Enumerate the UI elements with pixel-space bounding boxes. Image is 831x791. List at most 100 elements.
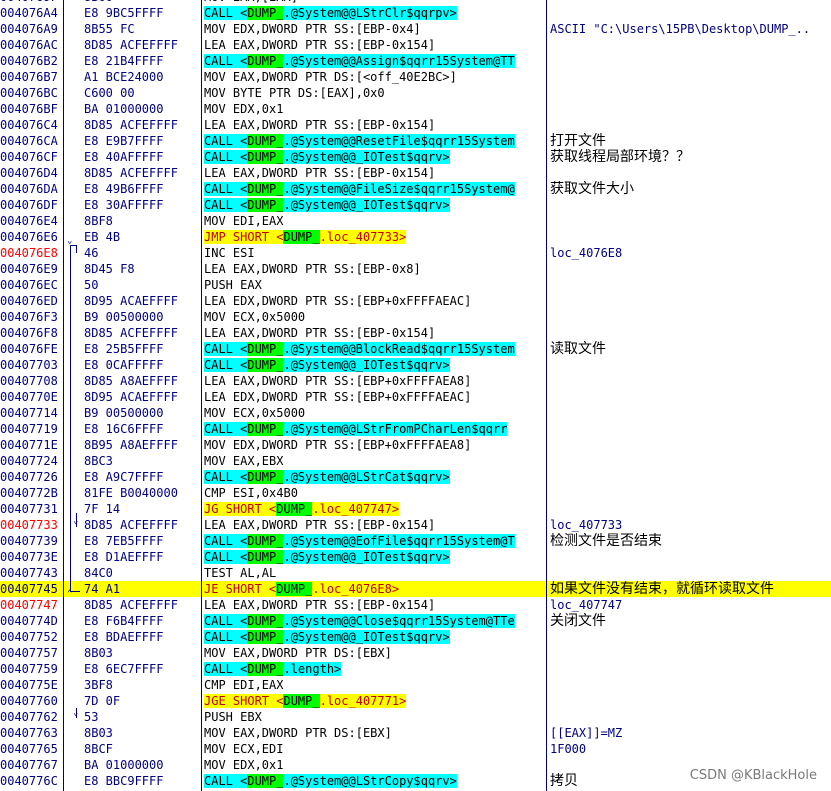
hex-bytes-cell[interactable]: 8D85 ACFEFFFF (84, 325, 200, 341)
disasm-row[interactable]: 004076F8 8D85 ACFEFFFF LEA EAX,DWORD PTR S… (0, 325, 831, 341)
comment-cell[interactable] (550, 85, 831, 101)
hex-bytes-cell[interactable]: 8D85 ACFEFFFF (84, 165, 200, 181)
disasm-row[interactable]: 004076DF E8 30AFFFFF CALL <DUMP_.@System@@… (0, 197, 831, 213)
instruction-cell[interactable]: MOV EAX,EBX (204, 453, 546, 469)
address-cell[interactable]: 004076B7 (0, 69, 62, 85)
comment-cell[interactable]: ASCII "C:\Users\15PB\Desktop\DUMP_.. (550, 21, 831, 37)
hex-bytes-cell[interactable]: 8D95 ACAEFFFF (84, 389, 200, 405)
comment-cell[interactable] (550, 197, 831, 213)
address-cell[interactable]: 0040771E (0, 437, 62, 453)
comment-cell[interactable] (550, 677, 831, 693)
comment-cell[interactable]: [[EAX]]=MZ (550, 725, 831, 741)
address-cell[interactable]: 004076D4 (0, 165, 62, 181)
instruction-cell[interactable]: MOV EDX,DWORD PTR SS:[EBP-0x4] (204, 21, 546, 37)
address-cell[interactable]: 00407719 (0, 421, 62, 437)
instruction-cell[interactable]: TEST AL,AL (204, 565, 546, 581)
instruction-cell[interactable]: MOV EAX,DWORD PTR DS:[EBX] (204, 645, 546, 661)
hex-bytes-cell[interactable]: 8B03 (84, 725, 200, 741)
hex-bytes-cell[interactable]: 8D45 F8 (84, 261, 200, 277)
disasm-row[interactable]: 00407703 E8 0CAFFFFF CALL <DUMP_.@System@@… (0, 357, 831, 373)
comment-cell[interactable]: 如果文件没有结束，就循环读取文件 (550, 581, 831, 597)
address-cell[interactable]: 00407703 (0, 357, 62, 373)
disasm-row[interactable]: 0040772B 81FE B0040000 CMP ESI,0x4B0 (0, 485, 831, 501)
hex-bytes-cell[interactable]: 74 A1 (84, 581, 200, 597)
disasm-row[interactable]: 004076B7 A1 BCE24000 MOV EAX,DWORD PTR DS:… (0, 69, 831, 85)
instruction-cell[interactable]: JE SHORT <DUMP_.loc_4076E8> (204, 581, 546, 597)
instruction-cell[interactable]: LEA EAX,DWORD PTR SS:[EBP-0x154] (204, 325, 546, 341)
disasm-row[interactable]: 004076D4 8D85 ACFEFFFF LEA EAX,DWORD PTR S… (0, 165, 831, 181)
disasm-row[interactable]: 004076F3 B9 00500000 MOV ECX,0x5000 (0, 309, 831, 325)
hex-bytes-cell[interactable]: 7F 14 (84, 501, 200, 517)
address-cell[interactable]: 00407767 (0, 757, 62, 773)
instruction-cell[interactable]: LEA EAX,DWORD PTR SS:[EBP-0x154] (204, 37, 546, 53)
disasm-row[interactable]: 004076FE E8 25B5FFFF CALL <DUMP_.@System@@… (0, 341, 831, 357)
comment-cell[interactable] (550, 469, 831, 485)
disasm-row[interactable]: 00407726 E8 A9C7FFFF CALL <DUMP_.@System@@… (0, 469, 831, 485)
hex-bytes-cell[interactable]: 81FE B0040000 (84, 485, 200, 501)
disasm-row[interactable]: 00407762 53 PUSH EBX (0, 709, 831, 725)
disasm-row[interactable]: 00407739 E8 7EB5FFFF CALL <DUMP_.@System@@… (0, 533, 831, 549)
disasm-row[interactable]: 004076BC C600 00 MOV BYTE PTR DS:[EAX],0x0 (0, 85, 831, 101)
address-cell[interactable]: 0040774D (0, 613, 62, 629)
address-cell[interactable]: 00407739 (0, 533, 62, 549)
address-cell[interactable]: 00407724 (0, 453, 62, 469)
hex-bytes-cell[interactable]: 84C0 (84, 565, 200, 581)
comment-cell[interactable]: 获取线程局部环境？？ (550, 149, 831, 165)
address-cell[interactable]: 004076ED (0, 293, 62, 309)
disasm-row[interactable]: 004076BF BA 01000000 MOV EDX,0x1 (0, 101, 831, 117)
comment-cell[interactable] (550, 389, 831, 405)
disasm-row[interactable]: 004076A4 E8 9BC5FFFF CALL <DUMP_.@System@@… (0, 5, 831, 21)
address-cell[interactable]: 00407731 (0, 501, 62, 517)
comment-cell[interactable] (550, 693, 831, 709)
instruction-cell[interactable]: CALL <DUMP_.@System@@_IOTest$qqrv> (204, 149, 546, 165)
address-cell[interactable]: 00407752 (0, 629, 62, 645)
address-cell[interactable]: 00407763 (0, 725, 62, 741)
instruction-cell[interactable]: CALL <DUMP_.length> (204, 661, 546, 677)
disasm-row[interactable]: 0040771E 8B95 A8AEFFFF MOV EDX,DWORD PTR S… (0, 437, 831, 453)
address-cell[interactable]: 00407747 (0, 597, 62, 613)
hex-bytes-cell[interactable]: EB 4B (84, 229, 200, 245)
comment-cell[interactable]: 关闭文件 (550, 613, 831, 629)
instruction-cell[interactable]: CALL <DUMP_.@System@@_IOTest$qqrv> (204, 549, 546, 565)
comment-cell[interactable]: 打开文件 (550, 133, 831, 149)
instruction-cell[interactable]: JG SHORT <DUMP_.loc_407747> (204, 501, 546, 517)
instruction-cell[interactable]: LEA EAX,DWORD PTR SS:[EBP-0x8] (204, 261, 546, 277)
instruction-cell[interactable]: LEA EAX,DWORD PTR SS:[EBP+0xFFFFAEA8] (204, 373, 546, 389)
instruction-cell[interactable]: LEA EDX,DWORD PTR SS:[EBP+0xFFFFAEAC] (204, 389, 546, 405)
address-cell[interactable]: 00407714 (0, 405, 62, 421)
instruction-cell[interactable]: MOV ECX,0x5000 (204, 405, 546, 421)
comment-cell[interactable] (550, 629, 831, 645)
disasm-row[interactable]: 004076AC 8D85 ACFEFFFF LEA EAX,DWORD PTR S… (0, 37, 831, 53)
address-cell[interactable]: 00407745 (0, 581, 62, 597)
hex-bytes-cell[interactable]: 8D95 ACAEFFFF (84, 293, 200, 309)
comment-cell[interactable] (550, 565, 831, 581)
hex-bytes-cell[interactable]: E8 BBC9FFFF (84, 773, 200, 789)
instruction-cell[interactable]: LEA EAX,DWORD PTR SS:[EBP-0x154] (204, 597, 546, 613)
instruction-cell[interactable]: CALL <DUMP_.@System@@_IOTest$qqrv> (204, 629, 546, 645)
comment-cell[interactable] (550, 69, 831, 85)
address-cell[interactable]: 004076B2 (0, 53, 62, 69)
hex-bytes-cell[interactable]: E8 30AFFFFF (84, 197, 200, 213)
disasm-row[interactable]: 00407731 7F 14 JG SHORT <DUMP_.loc_407747> (0, 501, 831, 517)
comment-cell[interactable] (550, 53, 831, 69)
instruction-cell[interactable]: CALL <DUMP_.@System@@_IOTest$qqrv> (204, 357, 546, 373)
hex-bytes-cell[interactable]: 8D85 ACFEFFFF (84, 517, 200, 533)
hex-bytes-cell[interactable]: 46 (84, 245, 200, 261)
comment-cell[interactable] (550, 405, 831, 421)
address-cell[interactable]: 004076E8 (0, 245, 62, 261)
hex-bytes-cell[interactable]: 8B55 FC (84, 21, 200, 37)
disasm-row[interactable]: 004076E8 46 INC ESI loc_4076E8 (0, 245, 831, 261)
comment-cell[interactable] (550, 5, 831, 21)
instruction-cell[interactable]: CALL <DUMP_.@System@@_IOTest$qqrv> (204, 197, 546, 213)
instruction-cell[interactable]: CMP ESI,0x4B0 (204, 485, 546, 501)
address-cell[interactable]: 00407733 (0, 517, 62, 533)
disasm-row[interactable]: 004076ED 8D95 ACAEFFFF LEA EDX,DWORD PTR S… (0, 293, 831, 309)
instruction-cell[interactable]: MOV EAX,DWORD PTR DS:[<off_40E2BC>] (204, 69, 546, 85)
comment-cell[interactable] (550, 165, 831, 181)
disasm-row[interactable]: 004076A9 8B55 FC MOV EDX,DWORD PTR SS:[EBP… (0, 21, 831, 37)
instruction-cell[interactable]: CALL <DUMP_.@System@@Close$qqrr15System@… (204, 613, 546, 629)
comment-cell[interactable] (550, 325, 831, 341)
disasm-row[interactable]: 004076B2 E8 21B4FFFF CALL <DUMP_.@System@@… (0, 53, 831, 69)
comment-cell[interactable]: loc_4076E8 (550, 245, 831, 261)
address-cell[interactable]: 00407759 (0, 661, 62, 677)
